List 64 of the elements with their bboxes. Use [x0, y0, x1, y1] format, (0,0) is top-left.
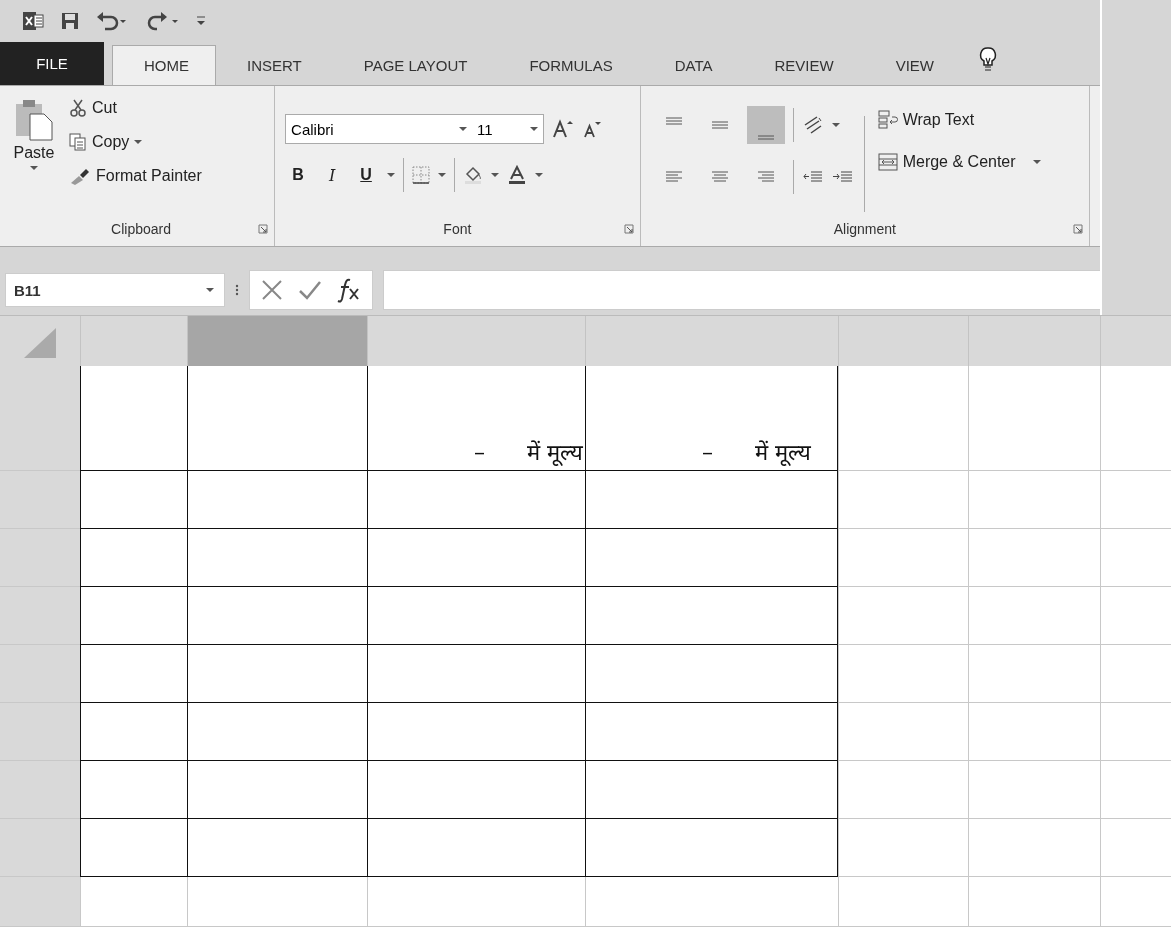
decrease-indent-icon[interactable] [801, 169, 824, 185]
scissors-icon [69, 99, 87, 117]
cancel-icon[interactable] [260, 278, 284, 302]
ribbon-tab[interactable]: HOME [112, 45, 216, 85]
merge-center-button[interactable]: Merge & Center [874, 148, 1044, 176]
dropdown-arrow-icon[interactable] [30, 164, 38, 172]
font-name-dropdown[interactable]: Calibri [285, 114, 474, 144]
top-align-icon [664, 117, 683, 125]
italic-button[interactable]: I [319, 162, 346, 188]
group-label: Clipboard [111, 221, 171, 237]
group-label: Font [443, 221, 472, 237]
font-color-icon[interactable] [507, 165, 528, 185]
customize-icon[interactable] [196, 14, 206, 28]
cut-button[interactable]: Cut [66, 94, 205, 122]
name-box[interactable]: B11 [5, 273, 225, 307]
dialog-launcher-icon[interactable] [1073, 224, 1083, 234]
dropdown-arrow-icon[interactable] [535, 171, 544, 179]
table-cell: – में मूल्य [367, 366, 585, 471]
font-size-dropdown[interactable]: 11 [472, 114, 545, 144]
paste-button[interactable]: Paste [8, 94, 60, 190]
wrap-text-button[interactable]: Wrap Text [874, 106, 1044, 134]
more-icon [235, 284, 239, 296]
decrease-font-size-icon[interactable] [582, 119, 603, 139]
borders-icon[interactable] [412, 166, 431, 184]
formula-field[interactable] [383, 270, 1100, 310]
fill-color-icon[interactable] [463, 166, 484, 184]
dropdown-arrow-icon[interactable] [530, 125, 539, 133]
bold-button[interactable]: B [285, 162, 312, 188]
paintbrush-icon [69, 167, 91, 185]
dialog-launcher-icon[interactable] [258, 224, 269, 234]
table-cell: – में मूल्य [585, 366, 838, 471]
ribbon-tab[interactable]: INSERT [216, 45, 333, 85]
ribbon-tab[interactable]: FORMULAS [498, 45, 644, 85]
format-painter-button[interactable]: Format Painter [66, 162, 205, 190]
file-tab[interactable]: FILE [0, 42, 104, 85]
save-icon[interactable] [60, 11, 80, 31]
merge-cells-icon [877, 152, 898, 172]
wrap-text-icon [877, 110, 898, 130]
clipboard-icon [14, 98, 54, 142]
copy-icon [69, 133, 87, 151]
dropdown-arrow-icon[interactable] [831, 121, 840, 129]
dropdown-arrow-icon[interactable] [459, 125, 468, 133]
dropdown-arrow-icon[interactable] [206, 286, 214, 294]
increase-indent-icon[interactable] [831, 169, 854, 185]
bottom-align-button[interactable] [746, 106, 785, 144]
redo-icon[interactable] [146, 11, 180, 31]
group-label: Alignment [833, 221, 896, 237]
bottom-align-icon [756, 135, 775, 140]
dropdown-arrow-icon[interactable] [438, 171, 447, 179]
underline-button[interactable]: U [353, 162, 380, 188]
ribbon-tab[interactable]: VIEW [864, 45, 966, 85]
lightbulb-icon[interactable] [978, 46, 998, 74]
increase-font-size-icon[interactable] [552, 119, 575, 139]
copy-button[interactable]: Copy [66, 128, 205, 156]
dropdown-arrow-icon[interactable] [134, 138, 143, 146]
excel-icon[interactable] [22, 10, 44, 32]
ribbon-tab[interactable]: REVIEW [743, 45, 865, 85]
ribbon-tab[interactable]: DATA [643, 45, 744, 85]
dropdown-arrow-icon[interactable] [491, 171, 500, 179]
dropdown-arrow-icon[interactable] [387, 171, 396, 179]
ribbon-tab[interactable]: PAGE LAYOUT [332, 45, 499, 85]
dialog-launcher-icon[interactable] [623, 224, 634, 234]
dropdown-arrow-icon[interactable] [1032, 158, 1041, 166]
function-icon[interactable] [336, 277, 362, 303]
